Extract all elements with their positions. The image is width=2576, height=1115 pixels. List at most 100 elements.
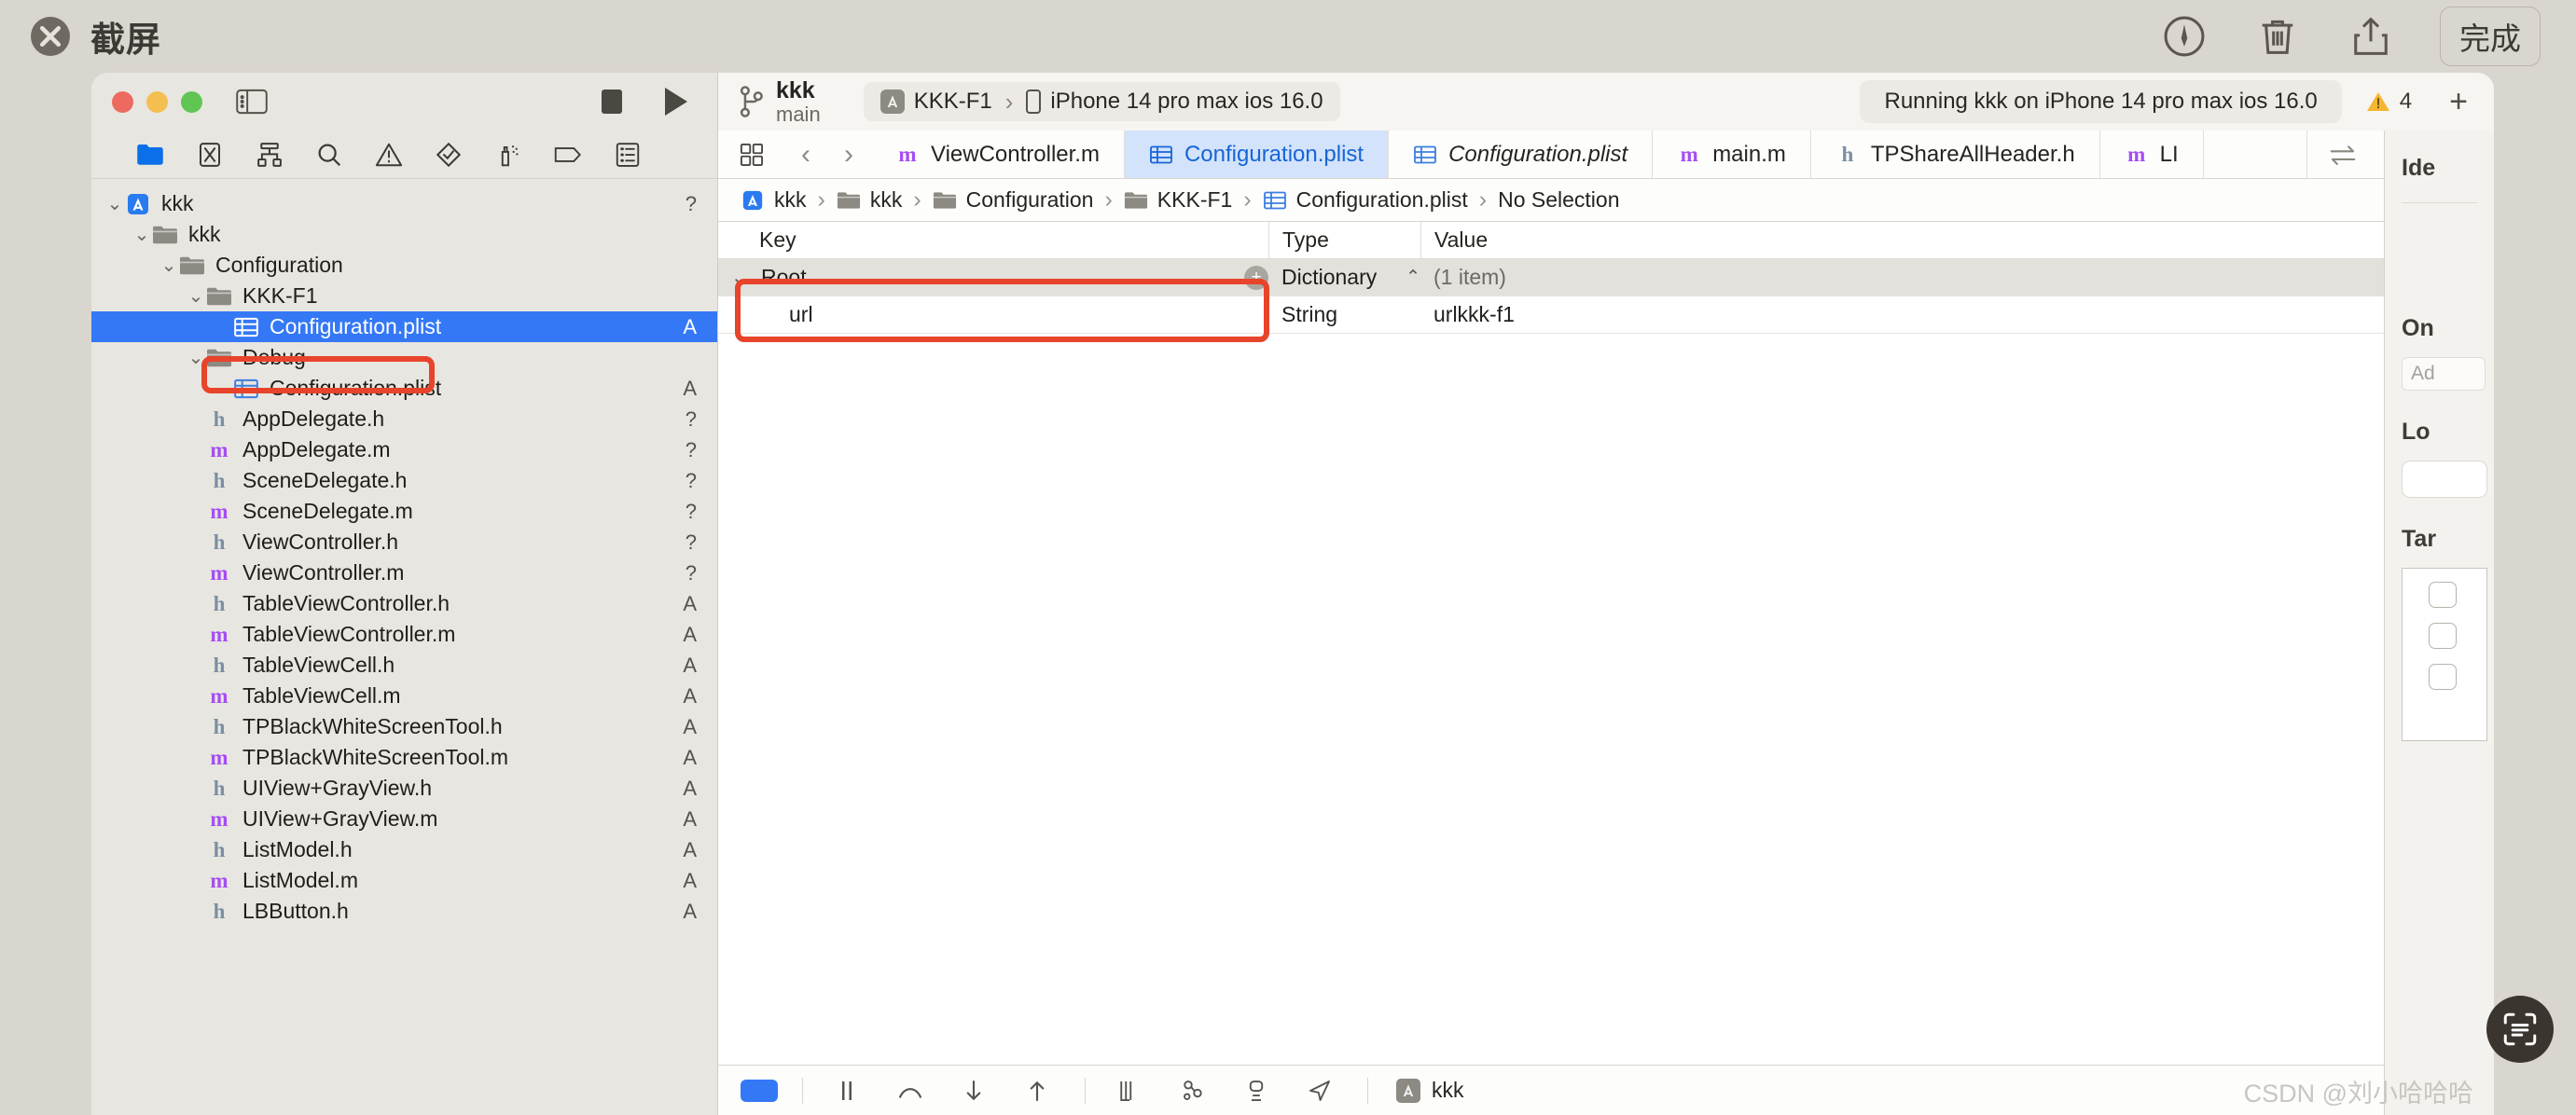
search-icon[interactable] <box>315 141 343 169</box>
back-arrow-icon[interactable]: ‹ <box>784 139 827 171</box>
memory-graph-icon[interactable] <box>1177 1077 1209 1105</box>
file-row[interactable]: m SceneDelegate.m? <box>91 496 717 527</box>
on-demand-tags-field[interactable]: Ad <box>2402 357 2486 391</box>
disclosure-triangle-icon[interactable]: ⌄ <box>132 223 152 246</box>
location-select[interactable] <box>2402 461 2487 498</box>
file-row[interactable]: h AppDelegate.h? <box>91 404 717 434</box>
editor-tab[interactable]: Configuration.plist <box>1389 131 1654 178</box>
debug-process[interactable]: kkk <box>1396 1078 1464 1103</box>
file-row[interactable]: m ListModel.m A <box>91 865 717 896</box>
done-button[interactable]: 完成 <box>2440 7 2541 66</box>
source-control-icon[interactable] <box>196 141 224 169</box>
disclosure-triangle-icon[interactable]: ⌄ <box>186 284 206 308</box>
file-row[interactable]: ⌄ kkk <box>91 219 717 250</box>
file-list[interactable]: ⌄ kkk? ⌄ kkk ⌄ Configuration ⌄ KKK-F1 Configurat… <box>91 179 717 1115</box>
disclosure-triangle-icon[interactable]: ⌄ <box>159 254 179 277</box>
compare-versions-icon[interactable] <box>2328 142 2358 168</box>
editor-tab[interactable]: h TPShareAllHeader.h <box>1811 131 2100 178</box>
plist-value[interactable]: urlkkk-f1 <box>1420 302 2494 327</box>
file-row[interactable]: ⌄ Debug <box>91 342 717 373</box>
stop-button[interactable] <box>602 89 622 114</box>
file-row[interactable]: m TPBlackWhiteScreenTool.m A <box>91 742 717 773</box>
file-row[interactable]: m AppDelegate.m? <box>91 434 717 465</box>
plist-type[interactable]: String <box>1281 302 1337 327</box>
plist-rows[interactable]: ⌄ Root + Dictionary ⌃ (1 item) url String urlkkk… <box>718 259 2494 334</box>
diamond-check-icon[interactable] <box>435 141 463 169</box>
plist-type[interactable]: Dictionary <box>1281 265 1377 290</box>
folder-icon[interactable] <box>136 141 164 169</box>
target-checkbox[interactable] <box>2429 623 2457 649</box>
file-row-selected[interactable]: Configuration.plist A <box>91 311 717 342</box>
sidebar-toggle-icon[interactable] <box>236 89 268 115</box>
target-checkbox[interactable] <box>2429 582 2457 608</box>
editor-tab[interactable]: m LI <box>2100 131 2204 178</box>
breadcrumb-item[interactable]: kkk <box>741 187 807 213</box>
file-row[interactable]: h TPBlackWhiteScreenTool.h A <box>91 711 717 742</box>
destination-selector[interactable]: KKK-F1 › iPhone 14 pro max ios 16.0 <box>863 82 1340 121</box>
breakpoint-icon[interactable] <box>554 141 582 169</box>
grid-icon[interactable] <box>739 142 765 168</box>
file-row[interactable]: ⌄ kkk? <box>91 188 717 219</box>
column-header-key[interactable]: Key <box>718 227 1268 253</box>
column-header-value[interactable]: Value <box>1420 222 2494 258</box>
file-row[interactable]: h UIView+GrayView.h A <box>91 773 717 804</box>
view-hierarchy-icon[interactable] <box>1114 1077 1145 1105</box>
hierarchy-icon[interactable] <box>256 141 284 169</box>
share-icon[interactable] <box>2347 12 2395 61</box>
simulate-environment-icon[interactable] <box>1240 1077 1272 1105</box>
file-row[interactable]: m TableViewCell.m A <box>91 681 717 711</box>
disclosure-triangle-icon[interactable]: ⌄ <box>731 266 752 289</box>
disclosure-triangle-icon[interactable]: ⌄ <box>104 192 125 215</box>
warning-indicator[interactable]: 4 <box>2366 89 2412 115</box>
plist-value[interactable]: (1 item) <box>1420 265 2494 290</box>
step-out-icon[interactable] <box>1021 1077 1053 1105</box>
close-circle-icon[interactable] <box>31 17 70 56</box>
plist-row[interactable]: url String urlkkk-f1 <box>718 296 2494 334</box>
window-close-button[interactable] <box>112 90 133 113</box>
file-row[interactable]: m ViewController.m? <box>91 558 717 588</box>
add-button[interactable]: + <box>2449 84 2468 120</box>
step-over-icon[interactable] <box>894 1077 926 1105</box>
file-row[interactable]: h TableViewController.h A <box>91 588 717 619</box>
run-button[interactable] <box>665 88 687 116</box>
file-row[interactable]: h ListModel.h A <box>91 834 717 865</box>
editor-tab[interactable]: m main.m <box>1653 131 1811 178</box>
breadcrumb-item[interactable]: Configuration.plist <box>1263 187 1468 213</box>
file-row[interactable]: h SceneDelegate.h? <box>91 465 717 496</box>
add-entry-icon[interactable]: + <box>1244 265 1268 290</box>
disclosure-triangle-icon[interactable]: ⌄ <box>186 346 206 369</box>
editor-tabs[interactable]: m ViewController.m Configuration.plist Conf… <box>871 131 2204 178</box>
plist-row[interactable]: ⌄ Root + Dictionary ⌃ (1 item) <box>718 259 2494 296</box>
target-checkbox[interactable] <box>2429 664 2457 690</box>
trash-icon[interactable] <box>2253 12 2302 61</box>
scheme-branch-block[interactable]: kkk main <box>739 77 821 126</box>
editor-tab[interactable]: Configuration.plist <box>1124 131 1390 178</box>
spray-icon[interactable] <box>494 141 522 169</box>
forward-arrow-icon[interactable]: › <box>827 139 870 171</box>
chevron-updown-icon[interactable]: ⌃ <box>1406 267 1420 288</box>
column-header-type[interactable]: Type <box>1268 222 1420 258</box>
window-zoom-button[interactable] <box>181 90 202 113</box>
markup-icon[interactable] <box>2160 12 2209 61</box>
file-row[interactable]: m UIView+GrayView.m A <box>91 804 717 834</box>
console-toggle-icon[interactable] <box>741 1079 778 1102</box>
breadcrumb-item[interactable]: kkk <box>837 187 902 213</box>
file-row[interactable]: h LBButton.h A <box>91 896 717 927</box>
breadcrumb-item[interactable]: Configuration <box>933 187 1093 213</box>
location-icon[interactable] <box>1304 1077 1336 1105</box>
window-minimize-button[interactable] <box>146 90 168 113</box>
step-into-icon[interactable] <box>958 1077 990 1105</box>
text-scan-icon[interactable] <box>2486 996 2554 1063</box>
file-row[interactable]: Configuration.plist A <box>91 373 717 404</box>
file-row[interactable]: h TableViewCell.h A <box>91 650 717 681</box>
warning-icon[interactable] <box>375 141 403 169</box>
editor-tab[interactable]: m ViewController.m <box>871 131 1125 178</box>
breadcrumb[interactable]: kkk › kkk › Configuration › KKK-F1 › Configurati… <box>718 179 2494 222</box>
file-row[interactable]: m TableViewController.m A <box>91 619 717 650</box>
file-row[interactable]: ⌄ KKK-F1 <box>91 281 717 311</box>
file-row[interactable]: ⌄ Configuration <box>91 250 717 281</box>
report-icon[interactable] <box>614 141 642 169</box>
breadcrumb-item[interactable]: KKK-F1 <box>1124 187 1232 213</box>
pause-icon[interactable] <box>831 1077 863 1105</box>
target-membership-list[interactable] <box>2402 568 2487 741</box>
